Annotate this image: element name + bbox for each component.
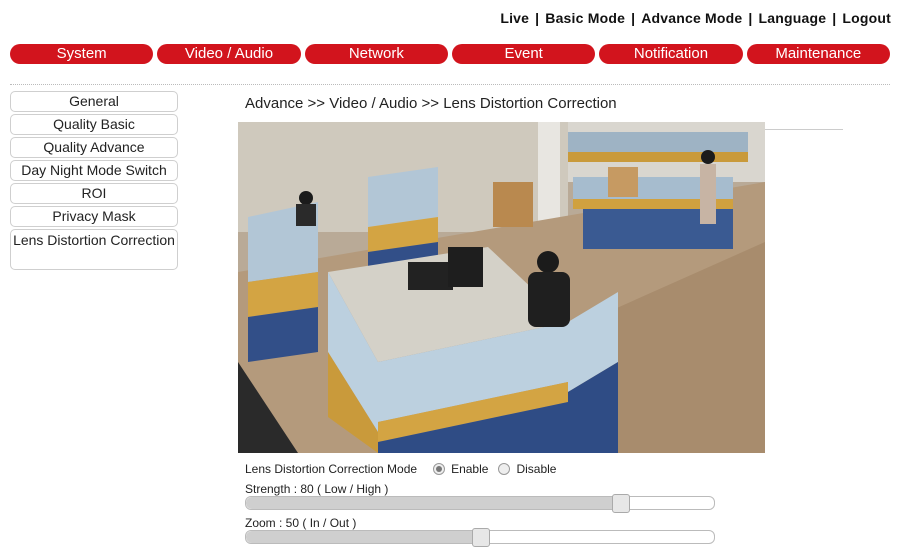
sidebar: General Quality Basic Quality Advance Da…: [10, 91, 178, 272]
sidebar-item-roi[interactable]: ROI: [10, 183, 178, 204]
zoom-handle[interactable]: [472, 528, 490, 547]
title-rule: [765, 129, 843, 130]
strength-slider[interactable]: [245, 494, 715, 513]
language-link[interactable]: Language: [759, 10, 827, 26]
separator: |: [748, 10, 753, 26]
tab-system[interactable]: System: [10, 44, 154, 64]
strength-handle[interactable]: [612, 494, 631, 513]
enable-label[interactable]: Enable: [451, 462, 488, 476]
main-nav: System Video / Audio Network Event Notif…: [10, 44, 890, 64]
separator: |: [832, 10, 837, 26]
live-link[interactable]: Live: [500, 10, 529, 26]
disable-radio[interactable]: [498, 463, 511, 475]
separator: |: [631, 10, 636, 26]
zoom-slider[interactable]: [245, 528, 715, 547]
ldc-controls: Lens Distortion Correction Mode Enable D…: [245, 460, 715, 547]
basic-mode-link[interactable]: Basic Mode: [545, 10, 625, 26]
zoom-fill: [246, 531, 480, 543]
header-divider: [10, 84, 890, 85]
strength-fill: [246, 497, 621, 509]
sidebar-item-privacy-mask[interactable]: Privacy Mask: [10, 206, 178, 227]
top-links: Live | Basic Mode | Advance Mode | Language | Lo…: [500, 10, 891, 26]
sidebar-item-quality-advance[interactable]: Quality Advance: [10, 137, 178, 158]
logout-link[interactable]: Logout: [842, 10, 891, 26]
strength-label: Strength : 80 ( Low / High ): [245, 482, 389, 496]
advance-mode-link[interactable]: Advance Mode: [641, 10, 742, 26]
tab-video-audio[interactable]: Video / Audio: [157, 44, 301, 64]
sidebar-item-quality-basic[interactable]: Quality Basic: [10, 114, 178, 135]
separator: |: [535, 10, 540, 26]
breadcrumb: Advance >> Video / Audio >> Lens Distort…: [245, 95, 617, 112]
sidebar-item-general[interactable]: General: [10, 91, 178, 112]
camera-live-view: [238, 122, 765, 453]
mode-row: Lens Distortion Correction Mode Enable D…: [245, 460, 715, 478]
disable-label[interactable]: Disable: [516, 462, 556, 476]
tab-network[interactable]: Network: [304, 44, 448, 64]
tab-maintenance[interactable]: Maintenance: [746, 44, 890, 64]
mode-label: Lens Distortion Correction Mode: [245, 462, 418, 476]
tab-event[interactable]: Event: [451, 44, 596, 64]
sidebar-item-lens-distortion-correction[interactable]: Lens Distortion Correction: [10, 229, 178, 270]
enable-radio[interactable]: [433, 463, 446, 475]
sidebar-item-day-night-mode-switch[interactable]: Day Night Mode Switch: [10, 160, 178, 181]
tab-notification[interactable]: Notification: [599, 44, 743, 64]
